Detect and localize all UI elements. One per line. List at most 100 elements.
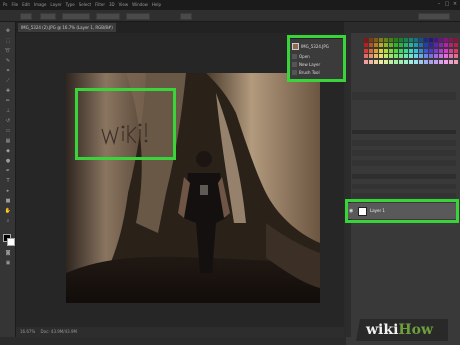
color-swatch[interactable] — [399, 59, 403, 64]
color-swatch[interactable] — [419, 48, 423, 53]
color-swatch[interactable] — [454, 59, 458, 64]
color-swatch[interactable] — [434, 43, 438, 48]
color-swatch[interactable] — [419, 54, 423, 59]
zoom-level[interactable]: 16.67% — [20, 329, 35, 334]
color-swatch[interactable] — [404, 59, 408, 64]
color-swatch[interactable] — [414, 54, 418, 59]
color-swatch[interactable] — [429, 48, 433, 53]
dodge-tool-icon[interactable]: ● — [4, 158, 12, 165]
color-swatch[interactable] — [454, 43, 458, 48]
color-swatch[interactable] — [404, 38, 408, 42]
color-swatch[interactable] — [409, 48, 413, 53]
color-swatch[interactable] — [374, 59, 378, 64]
menu-item-type[interactable]: Type — [66, 0, 75, 10]
color-swatch[interactable] — [414, 59, 418, 64]
color-swatch[interactable] — [389, 48, 393, 53]
eraser-tool-icon[interactable]: ▭ — [4, 128, 12, 135]
color-swatch[interactable] — [384, 38, 388, 42]
type-tool-icon[interactable]: T — [4, 178, 12, 185]
color-swatch[interactable] — [419, 38, 423, 42]
color-swatch[interactable] — [394, 48, 398, 53]
color-swatch[interactable] — [434, 59, 438, 64]
color-swatch[interactable] — [374, 54, 378, 59]
shape-tool-icon[interactable]: ■ — [4, 198, 12, 205]
color-swatch[interactable] — [374, 38, 378, 42]
brush-size-picker[interactable] — [40, 13, 56, 20]
color-swatch[interactable] — [409, 59, 413, 64]
hand-tool-icon[interactable]: ✋ — [4, 208, 12, 215]
color-swatch[interactable] — [384, 48, 388, 53]
color-swatch[interactable] — [384, 59, 388, 64]
color-swatch[interactable] — [399, 48, 403, 53]
crop-tool-icon[interactable]: ⌗ — [4, 68, 12, 75]
color-swatch[interactable] — [364, 54, 368, 59]
brush-tool-icon[interactable]: ✏ — [4, 98, 12, 105]
color-swatch[interactable] — [394, 54, 398, 59]
color-swatch[interactable] — [369, 38, 373, 42]
color-swatch[interactable] — [439, 43, 443, 48]
color-swatch[interactable] — [429, 43, 433, 48]
color-swatch[interactable] — [419, 59, 423, 64]
layers-tab-bar[interactable] — [352, 174, 456, 179]
color-swatch[interactable] — [429, 54, 433, 59]
color-swatch[interactable] — [434, 48, 438, 53]
gradient-tool-icon[interactable]: ▦ — [4, 138, 12, 145]
color-swatch[interactable] — [364, 38, 368, 42]
zoom-tool-icon[interactable]: ⌕ — [4, 218, 12, 225]
menu-item-app[interactable]: Ps — [3, 0, 7, 10]
color-swatch[interactable] — [399, 43, 403, 48]
color-swatch[interactable] — [379, 59, 383, 64]
color-swatch[interactable] — [444, 38, 448, 42]
menu-item-file[interactable]: File — [11, 0, 18, 10]
stamp-tool-icon[interactable]: ⊥ — [4, 108, 12, 115]
color-swatch[interactable] — [439, 59, 443, 64]
lasso-tool-icon[interactable]: ➰ — [4, 48, 12, 55]
color-swatch[interactable] — [369, 54, 373, 59]
color-swatch[interactable] — [439, 48, 443, 53]
marquee-tool-icon[interactable]: ⬚ — [4, 38, 12, 45]
color-swatch[interactable] — [444, 59, 448, 64]
color-swatch[interactable] — [384, 43, 388, 48]
color-swatch[interactable] — [414, 48, 418, 53]
mode-dropdown[interactable] — [62, 13, 90, 20]
color-swatch[interactable] — [449, 43, 453, 48]
workspace-dropdown[interactable] — [418, 13, 450, 20]
blur-tool-icon[interactable]: ◆ — [4, 148, 12, 155]
maximize-button[interactable]: □ — [444, 1, 450, 7]
eyedropper-tool-icon[interactable]: ⟋ — [4, 78, 12, 85]
color-swatch[interactable] — [424, 54, 428, 59]
color-swatch[interactable] — [399, 54, 403, 59]
color-swatch[interactable] — [449, 54, 453, 59]
opacity-field[interactable] — [96, 13, 120, 20]
pen-tool-icon[interactable]: ✒ — [4, 168, 12, 175]
color-swatch[interactable] — [379, 38, 383, 42]
color-swatch[interactable] — [454, 54, 458, 59]
color-swatch[interactable] — [429, 38, 433, 42]
color-swatch[interactable] — [419, 43, 423, 48]
color-swatch[interactable] — [449, 48, 453, 53]
color-swatch[interactable] — [424, 48, 428, 53]
color-swatch[interactable] — [439, 54, 443, 59]
color-swatch[interactable] — [369, 59, 373, 64]
color-swatch[interactable] — [389, 38, 393, 42]
color-swatch[interactable] — [374, 43, 378, 48]
color-swatch[interactable] — [449, 38, 453, 42]
color-swatch[interactable] — [399, 38, 403, 42]
color-swatch[interactable] — [424, 38, 428, 42]
color-swatch[interactable] — [374, 48, 378, 53]
menu-item-window[interactable]: Window — [132, 0, 148, 10]
color-swatch[interactable] — [364, 59, 368, 64]
path-select-tool-icon[interactable]: ▸ — [4, 188, 12, 195]
document-tab[interactable]: IMG_5324 (2).JPG @ 16.7% (Layer 1, RGB/8… — [18, 23, 116, 32]
color-swatch[interactable] — [379, 54, 383, 59]
color-swatch[interactable] — [424, 43, 428, 48]
menu-item-help[interactable]: Help — [152, 0, 161, 10]
color-swatch[interactable] — [454, 38, 458, 42]
color-swatch[interactable] — [389, 43, 393, 48]
color-swatch[interactable] — [379, 48, 383, 53]
background-color-swatch[interactable] — [7, 238, 15, 246]
color-swatch[interactable] — [414, 43, 418, 48]
quick-select-tool-icon[interactable]: ✎ — [4, 58, 12, 65]
menu-item-edit[interactable]: Edit — [22, 0, 30, 10]
minimize-button[interactable]: – — [436, 1, 442, 7]
